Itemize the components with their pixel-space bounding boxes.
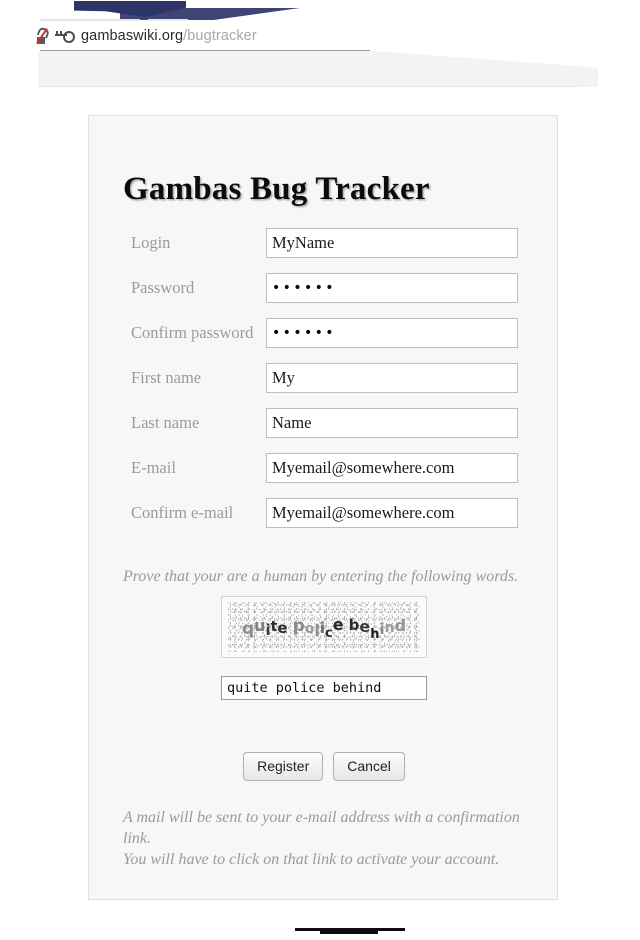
captcha-glyph: t — [270, 619, 278, 635]
captcha-instruction: Prove that your are a human by entering … — [123, 568, 519, 585]
form-row: Last name — [131, 408, 521, 453]
form-label: First name — [131, 368, 202, 387]
form-label: Confirm e-mail — [131, 503, 234, 522]
page-title: Gambas Bug Tracker — [123, 171, 430, 208]
form-label: E-mail — [131, 458, 176, 477]
input-e-mail[interactable] — [266, 453, 518, 483]
captcha-glyph: n — [384, 620, 395, 636]
footer-line-1: A mail will be sent to your e-mail addre… — [123, 809, 520, 847]
captcha-glyph: q — [241, 618, 255, 639]
viewport-top-border — [38, 86, 578, 87]
form-row: Login — [131, 228, 521, 273]
captcha-glyph: h — [370, 626, 380, 642]
chrome-tab-artifact-tail — [120, 8, 300, 20]
form-row: Confirm password — [131, 318, 521, 363]
url-text[interactable]: gambaswiki.org/bugtracker — [81, 28, 257, 44]
form-label: Password — [131, 278, 195, 297]
form-row: First name — [131, 363, 521, 408]
key-icon[interactable] — [55, 30, 75, 43]
input-confirm-password[interactable] — [266, 318, 518, 348]
captcha-glyph: e — [277, 618, 288, 637]
captcha-glyph: e — [359, 617, 371, 636]
browser-chrome: gambaswiki.org/bugtracker — [0, 0, 640, 88]
input-password[interactable] — [266, 273, 518, 303]
broken-lock-icon[interactable] — [36, 26, 51, 45]
form-row: Password — [131, 273, 521, 318]
url-path: /bugtracker — [183, 28, 257, 44]
captcha-glyph: u — [254, 616, 266, 635]
captcha-glyph: o — [304, 621, 315, 637]
input-confirm-e-mail[interactable] — [266, 498, 518, 528]
captcha-glyph: d — [394, 616, 407, 635]
input-first-name[interactable] — [266, 363, 518, 393]
address-bar-underline — [40, 50, 370, 51]
form-label: Last name — [131, 413, 200, 432]
input-login[interactable] — [266, 228, 518, 258]
form-button-row: Register Cancel — [89, 752, 559, 782]
tabstrip-divider-secondary — [148, 19, 188, 21]
captcha-glyph: e — [332, 615, 344, 634]
captcha-glyph: b — [348, 615, 360, 634]
form-label: Login — [131, 233, 171, 252]
captcha-glyph: p — [292, 615, 305, 636]
captcha-glyph: c — [325, 625, 333, 641]
form-row: E-mail — [131, 453, 521, 498]
register-button[interactable]: Register — [243, 752, 324, 782]
address-bar[interactable]: gambaswiki.org/bugtracker — [36, 24, 376, 48]
url-host: gambaswiki.org — [81, 28, 184, 44]
registration-panel: Gambas Bug Tracker Login Password Confirm … — [88, 115, 558, 900]
input-last-name[interactable] — [266, 408, 518, 438]
captcha-challenge-text: quitepolicebehind — [222, 597, 426, 657]
registration-form: Login Password Confirm password First name L… — [131, 228, 521, 543]
registration-footer-note: A mail will be sent to your e-mail addre… — [123, 807, 533, 870]
tabstrip-divider — [40, 19, 140, 21]
viewport-shadow-wedge — [38, 51, 598, 87]
captcha-input[interactable] — [221, 676, 427, 700]
bottom-edge-artifact-cap — [320, 931, 378, 934]
form-label: Confirm password — [131, 323, 254, 342]
footer-line-2: You will have to click on that link to a… — [123, 851, 500, 868]
form-row: Confirm e-mail — [131, 498, 521, 543]
captcha-image[interactable]: quitepolicebehind — [221, 596, 427, 658]
cancel-button[interactable]: Cancel — [333, 752, 405, 782]
